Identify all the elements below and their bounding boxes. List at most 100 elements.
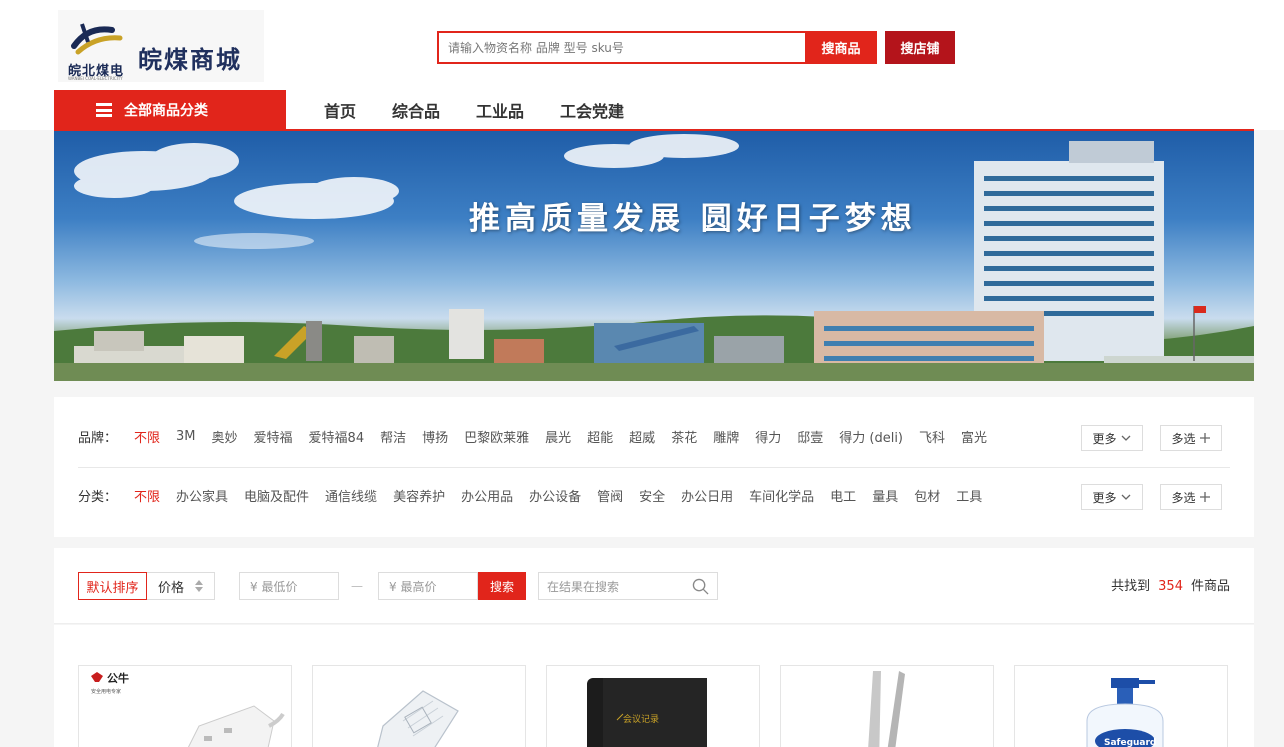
category-option[interactable]: 通信线缆 bbox=[325, 486, 377, 505]
brand-option[interactable]: 爱特福 bbox=[254, 427, 293, 446]
menu-icon bbox=[96, 103, 112, 117]
brand-option[interactable]: 超威 bbox=[629, 427, 655, 446]
brand-filter-row: 品牌： 不限 3M 奥妙 爱特福 爱特福84 帮洁 博扬 巴黎欧莱雅 晨光 超能… bbox=[78, 407, 1003, 465]
category-option[interactable]: 办公日用 bbox=[681, 486, 733, 505]
category-more-label: 更多 bbox=[1092, 490, 1117, 505]
sort-price-label: 价格 bbox=[158, 580, 185, 596]
brand-option[interactable]: 得力 bbox=[755, 427, 781, 446]
sort-default-button[interactable]: 默认排序 bbox=[78, 572, 147, 600]
notebook-label: 会议记录 bbox=[623, 713, 659, 725]
brand-option[interactable]: 博扬 bbox=[422, 427, 448, 446]
result-count: 共找到 354 件商品 bbox=[1111, 575, 1230, 594]
category-option[interactable]: 电工 bbox=[830, 486, 856, 505]
product-hand-soap-image: Safeguard bbox=[1086, 678, 1164, 747]
brand-option[interactable]: 奥妙 bbox=[212, 427, 238, 446]
category-option[interactable]: 工具 bbox=[956, 486, 982, 505]
category-multi-select-button[interactable]: 多选 bbox=[1160, 484, 1222, 510]
brand-option[interactable]: 晨光 bbox=[545, 427, 571, 446]
product-power-strip-image: 公牛 安全用电专家 bbox=[91, 671, 285, 747]
nav-union-party[interactable]: 工会党建 bbox=[542, 98, 642, 122]
result-count-prefix: 共找到 bbox=[1111, 579, 1151, 594]
chevron-down-icon bbox=[1121, 494, 1130, 500]
product-scissors-image bbox=[868, 671, 905, 747]
product-card[interactable]: 会议记录 bbox=[546, 665, 760, 747]
product-notebook-image: 会议记录 bbox=[587, 678, 707, 747]
result-count-number: 354 bbox=[1158, 579, 1183, 594]
category-option[interactable]: 电脑及配件 bbox=[244, 486, 309, 505]
brand-more-button[interactable]: 更多 bbox=[1081, 425, 1143, 451]
brand-option[interactable]: 富光 bbox=[961, 427, 987, 446]
result-search-placeholder: 在结果在搜索 bbox=[547, 579, 620, 594]
filter-panel: 品牌： 不限 3M 奥妙 爱特福 爱特福84 帮洁 博扬 巴黎欧莱雅 晨光 超能… bbox=[54, 397, 1254, 537]
bottle-label: Safeguard bbox=[1104, 738, 1156, 747]
category-option[interactable]: 管阀 bbox=[597, 486, 623, 505]
price-range-dash: — bbox=[351, 579, 363, 593]
brand-logo-tagline: 安全用电专家 bbox=[91, 688, 121, 695]
all-categories-button[interactable]: 全部商品分类 bbox=[54, 90, 286, 130]
sort-price-button[interactable]: 价格 bbox=[147, 572, 215, 600]
nav-industrial-goods[interactable]: 工业品 bbox=[458, 98, 542, 122]
result-search-input[interactable]: 在结果在搜索 bbox=[538, 572, 718, 600]
sort-arrows-icon bbox=[195, 580, 203, 594]
product-card[interactable] bbox=[780, 665, 994, 747]
site-header: 皖北煤电 WANBEI COAL-ELECTRICITY 皖煤商城 搜商品 搜店… bbox=[0, 0, 1284, 131]
product-card[interactable]: 公牛 安全用电专家 bbox=[78, 665, 292, 747]
product-card[interactable]: Safeguard bbox=[1014, 665, 1228, 747]
search-input[interactable] bbox=[439, 33, 805, 62]
brand-option[interactable]: 帮洁 bbox=[380, 427, 406, 446]
category-option[interactable]: 办公家具 bbox=[176, 486, 228, 505]
brand-logo-text: 公牛 bbox=[107, 671, 129, 685]
brand-option[interactable]: 雕牌 bbox=[713, 427, 739, 446]
search-shop-button[interactable]: 搜店铺 bbox=[885, 31, 955, 64]
brand-more-label: 更多 bbox=[1092, 431, 1117, 446]
product-rj45-connector-image bbox=[377, 690, 459, 747]
category-option[interactable]: 美容养护 bbox=[393, 486, 445, 505]
logo-mark-icon bbox=[71, 23, 123, 55]
site-title: 皖煤商城 bbox=[138, 46, 242, 74]
brand-option[interactable]: 爱特福84 bbox=[309, 427, 365, 446]
banner-slogan: 推高质量发展 圆好日子梦想 bbox=[469, 201, 917, 237]
brand-multi-select-button[interactable]: 多选 bbox=[1160, 425, 1222, 451]
category-option[interactable]: 包材 bbox=[914, 486, 940, 505]
chevron-down-icon bbox=[1121, 435, 1130, 441]
search-icon[interactable] bbox=[692, 578, 709, 595]
max-price-input[interactable]: ¥ 最高价 bbox=[378, 572, 478, 600]
result-count-suffix: 件商品 bbox=[1190, 579, 1230, 594]
min-price-input[interactable]: ¥ 最低价 bbox=[239, 572, 339, 600]
category-option[interactable]: 办公设备 bbox=[529, 486, 581, 505]
sort-bar: 默认排序 价格 ¥ 最低价 — ¥ 最高价 搜索 在结果在搜索 共找到 354 件商… bbox=[54, 548, 1254, 624]
nav-general-goods[interactable]: 综合品 bbox=[374, 98, 458, 122]
brand-option[interactable]: 茶花 bbox=[671, 427, 697, 446]
nav-home[interactable]: 首页 bbox=[306, 98, 374, 122]
brand-multi-label: 多选 bbox=[1171, 431, 1196, 446]
product-card[interactable] bbox=[312, 665, 526, 747]
brand-option[interactable]: 邸壹 bbox=[797, 427, 823, 446]
plus-icon bbox=[1199, 492, 1210, 502]
category-option[interactable]: 安全 bbox=[639, 486, 665, 505]
brand-option[interactable]: 3M bbox=[176, 429, 196, 444]
category-option[interactable]: 量具 bbox=[872, 486, 898, 505]
search-box bbox=[437, 31, 807, 64]
category-filter-row: 分类： 不限 办公家具 电脑及配件 通信线缆 美容养护 办公用品 办公设备 管阀… bbox=[78, 466, 998, 524]
category-filter-label: 分类： bbox=[78, 489, 118, 505]
logo-fine-print: WANBEI COAL-ELECTRICITY bbox=[68, 76, 123, 81]
brand-option[interactable]: 巴黎欧莱雅 bbox=[464, 427, 529, 446]
hero-banner[interactable]: 推高质量发展 圆好日子梦想 bbox=[54, 131, 1254, 381]
category-multi-label: 多选 bbox=[1171, 490, 1196, 505]
category-option[interactable]: 车间化学品 bbox=[749, 486, 814, 505]
plus-icon bbox=[1199, 433, 1210, 443]
category-more-button[interactable]: 更多 bbox=[1081, 484, 1143, 510]
price-search-button[interactable]: 搜索 bbox=[478, 572, 526, 600]
product-grid: 公牛 安全用电专家 会议记录 Safeguard bbox=[54, 625, 1254, 747]
category-option[interactable]: 办公用品 bbox=[461, 486, 513, 505]
brand-option[interactable]: 不限 bbox=[134, 427, 160, 446]
banner-scenery bbox=[54, 134, 1254, 381]
site-logo[interactable]: 皖北煤电 WANBEI COAL-ELECTRICITY 皖煤商城 bbox=[58, 10, 264, 82]
search-goods-button[interactable]: 搜商品 bbox=[805, 31, 877, 64]
brand-option[interactable]: 飞科 bbox=[919, 427, 945, 446]
brand-option[interactable]: 超能 bbox=[587, 427, 613, 446]
main-nav: 首页 综合品 工业品 工会党建 bbox=[306, 90, 642, 130]
category-option[interactable]: 不限 bbox=[134, 486, 160, 505]
brand-filter-label: 品牌： bbox=[78, 430, 118, 446]
brand-option[interactable]: 得力 (deli) bbox=[839, 427, 903, 446]
